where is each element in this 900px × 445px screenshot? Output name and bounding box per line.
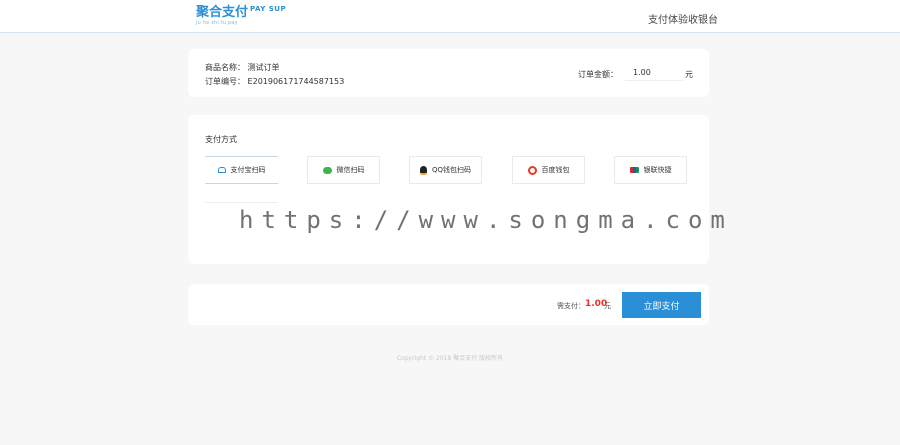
- payment-methods: 支付宝扫码 微信扫码 QQ钱包扫码 百度钱包 银联快捷: [205, 156, 695, 184]
- logo-subtitle: ju he zhi fu pay: [196, 20, 238, 26]
- alipay-icon: [217, 167, 226, 173]
- pay-method-baidu[interactable]: 百度钱包: [512, 156, 585, 184]
- payment-title: 支付方式: [205, 135, 237, 144]
- order-number-value: E20190617174458715З: [247, 77, 345, 86]
- amount-input[interactable]: [625, 64, 683, 81]
- wechat-icon: [322, 166, 332, 174]
- pay-method-label: 百度钱包: [541, 166, 570, 174]
- total-label: 需支付：: [557, 302, 585, 310]
- order-number-row: 订单编号： E20190617174458715З: [205, 76, 344, 87]
- product-row: 商品名称： 测试订单: [205, 62, 280, 73]
- order-card: 商品名称： 测试订单 订单编号： E20190617174458715З 订单金…: [188, 49, 709, 97]
- total-unit: 元: [604, 302, 611, 310]
- top-bar: 聚合支付 PAY SUP ju he zhi fu pay 支付体验收银台: [0, 0, 900, 33]
- pay-method-label: QQ钱包扫码: [431, 166, 472, 174]
- payment-card: 支付方式 支付宝扫码 微信扫码 QQ钱包扫码 百度钱包 银联快捷: [188, 115, 709, 264]
- amount-unit: 元: [685, 70, 693, 79]
- product-value: 测试订单: [247, 63, 280, 72]
- logo[interactable]: 聚合支付 PAY SUP ju he zhi fu pay: [196, 6, 286, 28]
- amount-label: 订单金额：: [578, 70, 618, 79]
- divider: [205, 202, 278, 203]
- logo-text: 聚合支付: [196, 5, 249, 20]
- pay-method-qq[interactable]: QQ钱包扫码: [409, 156, 482, 184]
- page-title: 支付体验收银台: [648, 15, 718, 26]
- watermark: https://www.songma.com: [239, 206, 733, 234]
- pay-method-unionpay[interactable]: 银联快捷: [614, 156, 687, 184]
- pay-method-label: 微信扫码: [336, 166, 365, 174]
- logo-en: PAY SUP: [250, 5, 287, 13]
- submit-card: 需支付： 1.00 元 立即支付: [188, 284, 709, 325]
- unionpay-icon: [629, 167, 639, 173]
- order-number-label: 订单编号：: [205, 77, 245, 86]
- pay-method-label: 支付宝扫码: [230, 166, 266, 174]
- pay-method-wechat[interactable]: 微信扫码: [307, 156, 380, 184]
- pay-method-alipay[interactable]: 支付宝扫码: [205, 156, 278, 184]
- pay-now-button[interactable]: 立即支付: [622, 292, 701, 318]
- product-label: 商品名称：: [205, 63, 245, 72]
- qq-icon: [419, 165, 427, 175]
- copyright: Copyright © 2018 聚合支付 版权所有: [396, 355, 504, 362]
- pay-method-label: 银联快捷: [643, 166, 672, 174]
- baidu-wallet-icon: [527, 165, 537, 175]
